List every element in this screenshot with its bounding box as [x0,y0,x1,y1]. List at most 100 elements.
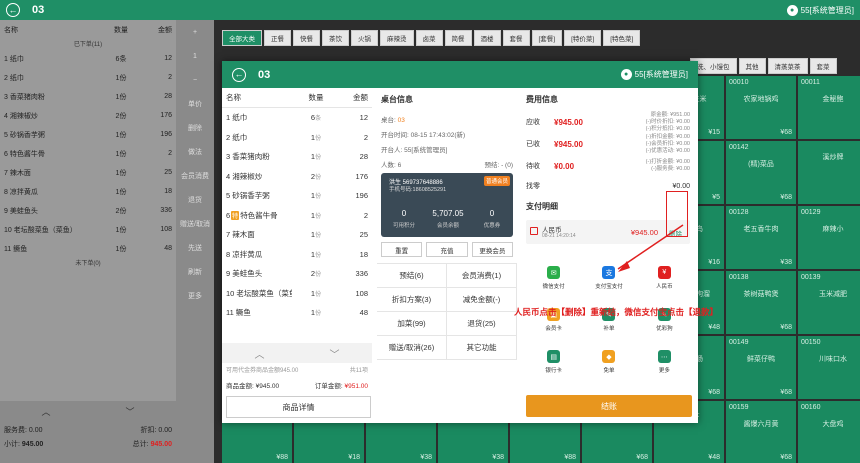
category-tab[interactable]: 火锅 [351,30,378,46]
item-qty: 6条 [310,113,322,123]
dish-tile[interactable]: 00142 (精)菜品 ¥68 [726,141,796,204]
category-tab[interactable]: [特价菜] [564,30,602,46]
side-menu-item[interactable]: 更多 [188,284,202,308]
user-info[interactable]: ● 55[系统管理员] [786,4,854,16]
category-tab[interactable]: 茶饮 [322,30,349,46]
order-action-button[interactable]: 会员消费(1) [447,264,517,288]
dish-code: 00128 [729,209,749,216]
settle-button[interactable]: 结账 [526,395,692,417]
dish-tile[interactable]: 溪炒牌 [798,141,860,204]
member-action-button[interactable]: 更换会员 [471,242,513,257]
side-menu-item[interactable]: 刷新 [188,260,202,284]
subcategory-tab[interactable]: 套菜 [809,58,837,74]
list-item[interactable]: 10 老坛酸菜鱼（菜鱼） 1份 108 [0,220,176,239]
payment-method-button[interactable]: ▤ 银行卡 [526,344,581,380]
list-item[interactable]: 5 砂锅香芋粥 1份 196 [0,125,176,144]
category-tab[interactable]: 卤菜 [415,30,443,46]
side-menu-item[interactable]: 先送 [188,236,202,260]
item-name: 9 美蛙鱼头 [226,269,263,279]
list-item[interactable]: 9 美蛙鱼头 2份 336 [0,201,176,220]
payment-method-label: 微信支付 [542,284,565,290]
category-tab[interactable]: 快餐 [293,30,320,46]
side-menu-item[interactable]: 赠送/取消 [180,212,210,236]
order-action-button[interactable]: 加菜(99) [377,312,447,336]
dish-tile[interactable]: 00138 茶树菇鸭煲 ¥68 [726,271,796,334]
scroll-up-icon[interactable]: ︿ [41,405,50,423]
dish-tile[interactable]: 00128 老五香牛肉 ¥38 [726,206,796,269]
subcategory-tab[interactable]: 清蒸菜茶 [767,58,808,74]
order-action-button[interactable]: 减免金额(-) [447,288,517,312]
dish-tile[interactable]: 00160 大盘鸡 [798,401,860,463]
dish-price: ¥16 [708,259,720,266]
table-row[interactable]: 2 纸巾 1份 2 [222,128,372,148]
order-action-button[interactable]: 退货(25) [447,312,517,336]
payment-method-button[interactable]: ✉ 微信支付 [526,260,581,296]
payment-method-button[interactable]: ⋯ 更多 [637,344,692,380]
table-row[interactable]: 4 湘辣椒炒 2份 176 [222,167,372,187]
dish-tile[interactable]: 00149 鲜菜仔鸭 ¥68 [726,336,796,399]
list-item[interactable]: 2 纸巾 1份 2 [0,68,176,87]
table-row[interactable]: 7 辣木面 1份 25 [222,225,372,245]
category-tab[interactable]: 全部大类 [222,30,262,46]
dish-name: 酱爆六月黄 [743,421,779,428]
side-menu-item[interactable]: 1 [193,44,197,68]
category-tab[interactable]: [特色菜] [603,30,641,46]
side-menu-item[interactable]: 退货 [188,188,202,212]
order-action-button[interactable]: 预结(6) [377,264,447,288]
back-icon[interactable]: ← [6,3,20,17]
list-item[interactable]: 6 特色酱牛骨 1份 2 [0,144,176,163]
category-tab[interactable]: 简餐 [444,30,472,46]
category-tab[interactable]: 正餐 [264,30,291,46]
side-menu-item[interactable]: 做法 [188,140,202,164]
table-row[interactable]: 1 纸巾 6条 12 [222,108,372,128]
member-action-button[interactable]: 充值 [426,242,468,257]
order-action-button[interactable]: 折扣方案(3) [377,288,447,312]
dish-tile[interactable]: 00129 麻辣小 [798,206,860,269]
dish-tile[interactable]: 00150 川味口水 [798,336,860,399]
scroll-down-icon[interactable]: ﹀ [125,405,134,423]
order-action-button[interactable]: 赠送/取消(26) [377,336,447,360]
category-tab[interactable]: 套餐 [502,30,530,46]
side-menu-item[interactable]: 删除 [188,116,202,140]
dish-tile[interactable]: 00139 玉米减肥 [798,271,860,334]
item-qty: 1份 [310,191,322,201]
voucher-eligible-amount: 可用代金券商品金额945.00 [226,368,299,374]
fee-breakdown: (-)折扣金额: ¥0.00 (-)会员折扣: ¥0.00 (-)优惠活动: ¥… [645,133,690,154]
category-tab[interactable]: 酒楼 [473,30,501,46]
list-item[interactable]: 3 香菜猪肉粉 1份 28 [0,87,176,106]
table-row[interactable]: 5 砂锅香芋粥 1份 196 [222,186,372,206]
dish-tile[interactable]: 00011 金秘鲍 [798,76,860,139]
dish-tile[interactable]: 00159 酱爆六月黄 ¥68 [726,401,796,463]
table-row[interactable]: 6 特特色酱牛骨 1份 2 [222,206,372,226]
member-actions: 重置 充值 更换会员 [377,239,517,260]
scroll-up-icon[interactable]: ︿ [255,346,265,361]
list-item[interactable]: 8 凉拌黄瓜 1份 18 [0,182,176,201]
item-qty: 1份 [310,152,322,162]
dish-tile[interactable]: 00010 农家地锅鸡 ¥68 [726,76,796,139]
table-row[interactable]: 11 鳜鱼 1份 48 [222,303,372,323]
dish-code: 00142 [729,144,749,151]
side-menu-item[interactable]: − [193,68,197,92]
list-item[interactable]: 1 纸巾 6条 12 [0,49,176,68]
list-item[interactable]: 4 湘辣椒炒 2份 176 [0,106,176,125]
order-action-button[interactable]: 其它功能 [447,336,517,360]
side-menu-item[interactable]: 会员消费 [181,164,209,188]
subcategory-tab[interactable]: 其他 [738,58,766,74]
payment-method-button[interactable]: ◆ 免单 [581,344,636,380]
table-row[interactable]: 10 老坛酸菜鱼（菜鱼） 1份 108 [222,284,372,304]
side-menu-item[interactable]: 单价 [188,92,202,116]
category-tab[interactable]: 麻辣烫 [380,30,414,46]
table-row[interactable]: 3 香菜猪肉粉 1份 28 [222,147,372,167]
table-row[interactable]: 9 美蛙鱼头 2份 336 [222,264,372,284]
side-action-menu: +1− 单价 删除 做法 会员消费 退货 赠送/取消 先送 刷新 更多 [176,20,214,463]
member-action-button[interactable]: 重置 [381,242,423,257]
table-row[interactable]: 8 凉拌黄瓜 1份 18 [222,245,372,265]
item-detail-button[interactable]: 商品详情 [226,396,371,418]
back-icon[interactable]: ← [232,67,246,82]
list-item[interactable]: 11 鳜鱼 1份 48 [0,239,176,258]
item-amount: 25 [359,230,368,240]
side-menu-item[interactable]: + [193,20,197,44]
category-tab[interactable]: [套餐] [531,30,563,46]
scroll-down-icon[interactable]: ﹀ [330,346,340,361]
list-item[interactable]: 7 辣木面 1份 25 [0,163,176,182]
